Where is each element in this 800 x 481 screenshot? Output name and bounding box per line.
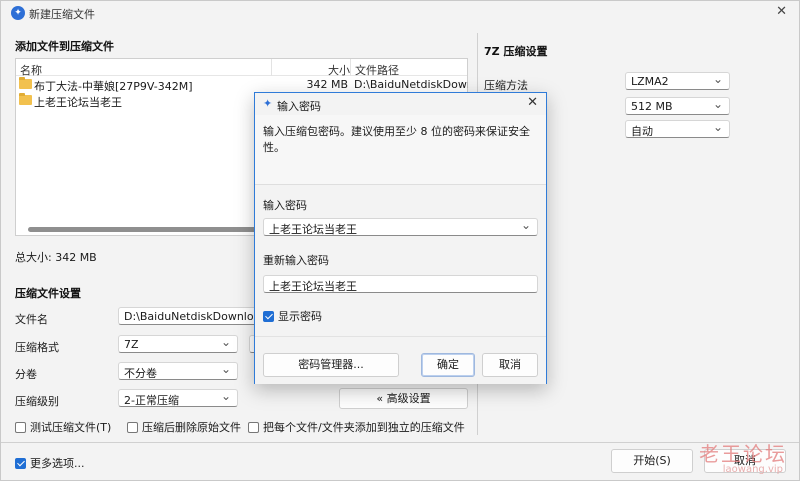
title-bar: ✦ 新建压缩文件 ✕	[1, 1, 799, 25]
checkbox-box[interactable]	[127, 421, 138, 433]
ok-button[interactable]: 确定	[421, 353, 475, 377]
column-divider[interactable]	[271, 59, 272, 76]
level-select[interactable]: 2-正常压缩	[118, 389, 238, 407]
repeat-password-input[interactable]: 上老王论坛当老王	[263, 275, 538, 293]
method-select[interactable]: LZMA2	[625, 72, 730, 90]
dictionary-select[interactable]: 512 MB	[625, 97, 730, 115]
format-label: 压缩格式	[15, 341, 59, 354]
test-archive-checkbox[interactable]: 测试压缩文件(T)	[15, 419, 111, 435]
word-size-select[interactable]: 自动	[625, 120, 730, 138]
method-label: 压缩方法	[484, 79, 528, 92]
dialog-description-area: 输入压缩包密码。建议使用至少 8 位的密码来保证安全性。	[255, 115, 546, 185]
file-row[interactable]: 布丁大法-中華娘[27P9V-342M] 342 MB D:\BaiduNetd…	[16, 76, 468, 93]
settings-section-title: 压缩文件设置	[15, 287, 81, 300]
watermark-text: 老王论坛	[699, 442, 787, 466]
app-logo-icon: ✦	[11, 6, 25, 20]
filename-label: 文件名	[15, 313, 48, 326]
file-size: 342 MB	[306, 78, 348, 91]
dialog-description: 输入压缩包密码。建议使用至少 8 位的密码来保证安全性。	[263, 125, 530, 154]
total-size: 总大小: 342 MB	[15, 251, 97, 264]
folder-icon	[19, 93, 32, 105]
delete-source-label: 压缩后删除原始文件	[142, 421, 241, 434]
watermark-url: laowang.vip	[722, 464, 783, 475]
advanced-settings-button[interactable]: « 高级设置	[339, 388, 468, 409]
column-divider[interactable]	[350, 59, 351, 76]
folder-icon	[19, 77, 32, 89]
more-options-checkbox[interactable]: 更多选项...	[15, 455, 85, 471]
checkbox-box[interactable]	[15, 421, 26, 433]
checkbox-box-checked[interactable]	[15, 457, 26, 469]
separate-archives-label: 把每个文件/文件夹添加到独立的压缩文件	[263, 421, 465, 434]
level-label: 压缩级别	[15, 395, 59, 408]
show-password-label: 显示密码	[278, 310, 322, 323]
format-select[interactable]: 7Z	[118, 335, 238, 353]
app-logo-icon: ✦	[263, 97, 273, 110]
checkbox-box[interactable]	[248, 421, 259, 433]
password-label: 输入密码	[263, 199, 307, 212]
dialog-footer: 密码管理器... 确定 取消	[255, 336, 546, 384]
password-dialog: ✦ 输入密码 ✕ 输入压缩包密码。建议使用至少 8 位的密码来保证安全性。 输入…	[254, 92, 547, 384]
password-manager-button[interactable]: 密码管理器...	[263, 353, 399, 377]
window-close-icon[interactable]: ✕	[776, 4, 787, 19]
delete-source-checkbox[interactable]: 压缩后删除原始文件	[127, 419, 241, 435]
file-list-header: 名称 大小 文件路径	[16, 59, 467, 77]
dialog-close-icon[interactable]: ✕	[527, 95, 538, 110]
separate-archives-checkbox[interactable]: 把每个文件/文件夹添加到独立的压缩文件	[248, 419, 465, 435]
split-select[interactable]: 不分卷	[118, 362, 238, 380]
dialog-title: 输入密码	[277, 100, 321, 113]
filename-input[interactable]: D:\BaiduNetdiskDownload\BD	[118, 307, 258, 325]
footer-divider	[1, 442, 799, 443]
checkbox-box-checked[interactable]	[263, 310, 274, 322]
files-section-title: 添加文件到压缩文件	[15, 40, 114, 53]
repeat-password-label: 重新输入密码	[263, 254, 329, 267]
7z-settings-title: 7Z 压缩设置	[484, 45, 548, 58]
show-password-checkbox[interactable]: 显示密码	[263, 308, 322, 324]
window-title: 新建压缩文件	[29, 8, 95, 21]
test-archive-label: 测试压缩文件(T)	[30, 421, 112, 434]
dialog-title-bar: ✦ 输入密码 ✕	[255, 93, 546, 115]
password-input[interactable]: 上老王论坛当老王	[263, 218, 538, 236]
start-button[interactable]: 开始(S)	[611, 449, 693, 473]
file-path: D:\BaiduNetdiskDownload\	[354, 78, 468, 91]
file-name: 上老王论坛当老王	[34, 96, 122, 109]
split-label: 分卷	[15, 368, 37, 381]
dialog-cancel-button[interactable]: 取消	[482, 353, 538, 377]
more-options-label: 更多选项...	[30, 457, 85, 470]
